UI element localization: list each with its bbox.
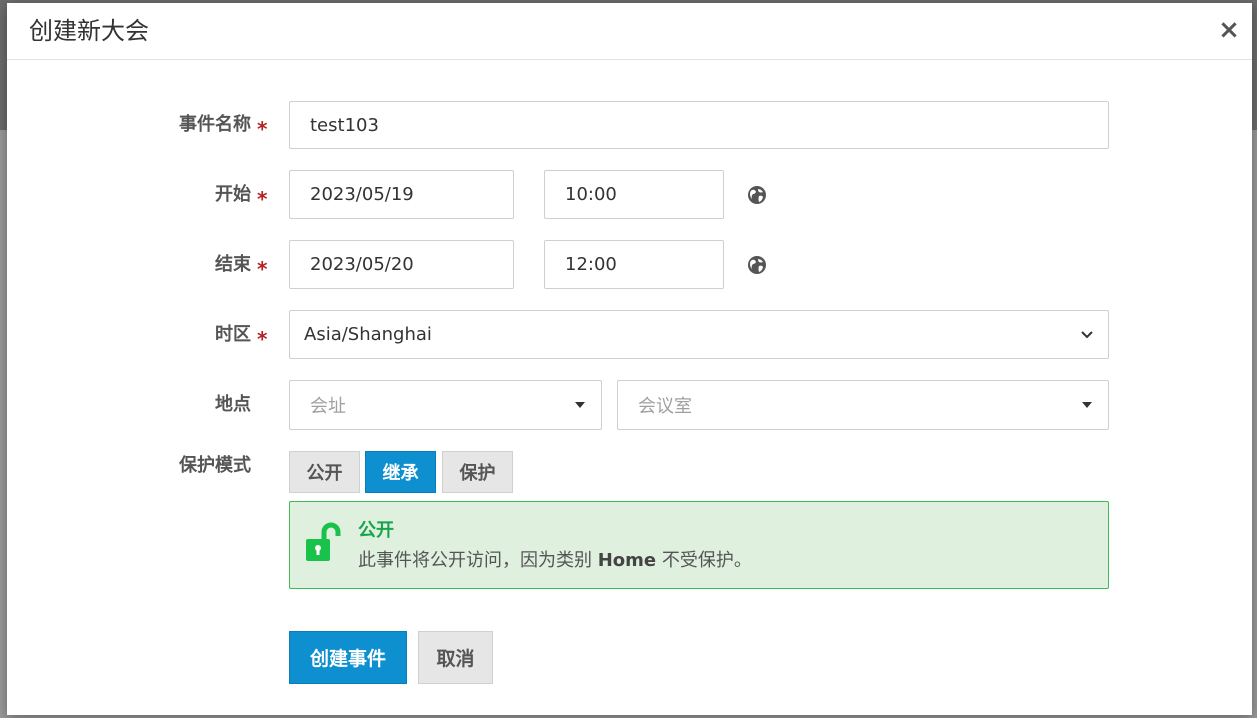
timezone-select[interactable]: Asia/Shanghai <box>289 310 1109 359</box>
info-text-after: 不受保护。 <box>656 550 752 571</box>
info-category: Home <box>597 550 657 571</box>
room-select[interactable]: 会议室 <box>617 380 1109 430</box>
caret-down-icon <box>575 402 585 408</box>
chevron-down-icon <box>1081 330 1093 338</box>
protection-label: 保护模式 <box>179 455 251 476</box>
protection-info-title: 公开 <box>358 520 394 541</box>
timezone-label: 时区 <box>215 324 251 345</box>
caret-down-icon <box>1082 402 1092 408</box>
protection-option-inherit[interactable]: 继承 <box>365 451 436 493</box>
room-placeholder: 会议室 <box>638 396 692 417</box>
venue-placeholder: 会址 <box>310 396 346 417</box>
globe-icon[interactable] <box>747 185 767 205</box>
start-date-input[interactable]: 2023/05/19 <box>289 170 514 219</box>
protection-option-public[interactable]: 公开 <box>289 451 360 493</box>
create-event-dialog: 创建新大会 × 事件名称 * test103 开始 * 2023/05/19 1… <box>7 3 1252 715</box>
end-time-input[interactable]: 12:00 <box>544 240 724 289</box>
protection-option-protected[interactable]: 保护 <box>442 451 513 493</box>
dialog-title: 创建新大会 <box>29 17 149 45</box>
cancel-button[interactable]: 取消 <box>418 631 493 684</box>
required-mark: * <box>257 187 268 211</box>
required-mark: * <box>257 257 268 281</box>
info-text-before: 此事件将公开访问，因为类别 <box>358 550 598 571</box>
end-date-input[interactable]: 2023/05/20 <box>289 240 514 289</box>
start-time-input[interactable]: 10:00 <box>544 170 724 219</box>
globe-icon[interactable] <box>747 255 767 275</box>
dialog-header: 创建新大会 × <box>7 3 1252 60</box>
create-event-button[interactable]: 创建事件 <box>289 631 407 684</box>
required-mark: * <box>257 117 268 141</box>
protection-info-text: 此事件将公开访问，因为类别 Home 不受保护。 <box>358 546 752 572</box>
unlock-icon <box>306 522 341 561</box>
timezone-value: Asia/Shanghai <box>304 324 432 345</box>
protection-info-box: 公开 此事件将公开访问，因为类别 Home 不受保护。 <box>289 501 1109 589</box>
event-name-input[interactable]: test103 <box>289 101 1109 149</box>
venue-select[interactable]: 会址 <box>289 380 602 430</box>
location-label: 地点 <box>215 394 251 415</box>
start-label: 开始 <box>215 184 251 205</box>
required-mark: * <box>257 327 268 351</box>
end-label: 结束 <box>215 254 251 275</box>
close-icon[interactable]: × <box>1218 17 1240 43</box>
event-name-label: 事件名称 <box>179 114 251 135</box>
